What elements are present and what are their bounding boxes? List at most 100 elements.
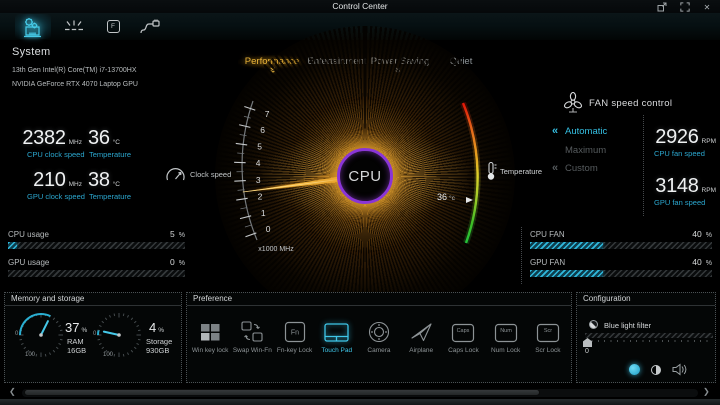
usage-section-divider <box>521 227 522 284</box>
gpu-usage-label: GPU usage <box>8 258 50 267</box>
gpu-fan-bar-label: GPU FAN <box>530 258 566 267</box>
pref-win-key-lock[interactable]: Win key lock <box>189 309 231 379</box>
volume-tab-icon[interactable] <box>672 363 687 376</box>
scr-lock-key-icon: Scr <box>536 309 560 343</box>
chevron-left-double-icon: « <box>552 162 559 174</box>
gpu-fan-bar <box>530 270 712 277</box>
cpu-clock-value: 2382 <box>22 127 66 149</box>
cpu-clock-label: CPU clock speed <box>27 150 85 159</box>
cpu-clock-unit: MHz <box>68 139 82 146</box>
memory-storage-panel: Memory and storage 37% RAM 16GB 0 100 4%… <box>4 292 182 383</box>
cpu-clock-metric: 2382 MHz <box>20 127 82 150</box>
pref-camera[interactable]: Camera <box>358 309 400 379</box>
thermometer-icon <box>487 161 497 180</box>
memory-panel-title: Memory and storage <box>5 293 181 306</box>
nav-function-key-tab[interactable]: F <box>95 14 131 39</box>
fan-speed-control-heading: FAN speed control <box>562 92 672 114</box>
performance-expand-chevron-icon[interactable]: « <box>266 63 280 77</box>
temp-pointer-unit: °c <box>449 195 455 202</box>
gauge-tick-label: 3 <box>256 175 261 185</box>
pref-swap-win-fn[interactable]: Swap Win-Fn <box>231 309 273 379</box>
cpu-usage-label: CPU usage <box>8 230 49 239</box>
nav-keyboard-backlight-tab[interactable] <box>56 14 92 39</box>
clock-gauge-arc <box>241 100 258 241</box>
ram-percent: 37% <box>65 320 88 335</box>
storage-label: Storage <box>146 337 173 346</box>
f-key-icon: F <box>106 20 120 33</box>
control-center-window: Control Center ✕ F Performance Entertain… <box>0 0 720 405</box>
ram-dial-max: 100 <box>25 352 36 358</box>
clock-speed-caption-label: Clock speed <box>190 169 232 179</box>
airplane-icon <box>410 309 433 343</box>
preference-items: Win key lock Swap Win-Fn Fn Fn-key Lock … <box>189 309 569 379</box>
tab-quiet[interactable]: Quiet <box>443 55 479 69</box>
gpu-usage-row: GPU usage 0% <box>8 257 185 267</box>
cpu-temp-unit: °C <box>112 139 120 146</box>
fan-mode-maximum[interactable]: Maximum <box>552 142 606 158</box>
storage-dial-max: 100 <box>103 352 114 358</box>
pref-airplane[interactable]: Airplane <box>400 309 442 379</box>
system-heading: System <box>12 46 51 58</box>
cpu-fan-value: 2926 <box>655 126 699 148</box>
nav-usb-devices-tab[interactable] <box>132 14 168 39</box>
gauge-tick-label: 1 <box>261 208 266 218</box>
cpu-fan-bar-label: CPU FAN <box>530 230 565 239</box>
gpu-clock-metric: 210 MHz <box>20 169 82 192</box>
gauge-tick-label: 6 <box>260 125 265 135</box>
restore-window-button[interactable] <box>656 2 668 12</box>
gauge-tick-label: 7 <box>265 109 270 119</box>
camera-icon <box>368 309 390 343</box>
pref-caps-lock[interactable]: Caps Caps Lock <box>442 309 484 379</box>
temp-pointer-readout: 36 °c <box>437 192 455 202</box>
gpu-temp-unit: °C <box>112 181 120 188</box>
brightness-tab-icon[interactable] <box>651 364 661 375</box>
temperature-caption: Temperature <box>485 161 542 181</box>
nav-system-monitor-tab[interactable] <box>15 14 51 39</box>
scroll-left-arrow[interactable]: ❮ <box>9 387 16 396</box>
fan-mode-automatic[interactable]: « Automatic <box>552 123 607 139</box>
ram-capacity: 16GB <box>67 346 87 355</box>
gpu-model-text: NVIDIA GeForce RTX 4070 Laptop GPU <box>12 81 138 88</box>
fullscreen-button[interactable] <box>679 2 691 12</box>
cpu-fan-speed-metric: 2926 RPM <box>630 126 716 149</box>
cpu-fan-unit: RPM <box>701 138 716 145</box>
gpu-clock-value: 210 <box>33 169 66 191</box>
close-button[interactable]: ✕ <box>701 2 713 12</box>
cpu-usage-value: 5% <box>170 229 185 239</box>
fan-mode-custom[interactable]: « Custom <box>552 160 598 176</box>
preference-panel: Preference Win key lock Swap Win-Fn Fn F… <box>186 292 572 383</box>
fullscreen-icon <box>680 2 690 12</box>
storage-percent: 4% <box>149 320 165 335</box>
gauge-tick-label: 0 <box>266 224 271 234</box>
horizontal-scrollbar-thumb[interactable] <box>24 389 540 396</box>
restore-icon <box>657 2 667 12</box>
scroll-right-arrow[interactable]: ❯ <box>703 387 710 396</box>
num-lock-key-icon: Num <box>494 309 518 343</box>
bottom-edge-strip <box>0 399 720 405</box>
caps-lock-key-icon: Caps <box>451 309 475 343</box>
gpu-fan-value: 3148 <box>655 175 699 197</box>
win-key-lock-icon <box>200 309 221 343</box>
pref-num-lock[interactable]: Num Num Lock <box>485 309 527 379</box>
gpu-fan-unit: RPM <box>701 187 716 194</box>
cpu-fan-bar-value: 40% <box>692 229 712 239</box>
gpu-clock-label: GPU clock speed <box>27 192 85 201</box>
svg-text:Num: Num <box>500 328 512 334</box>
pref-scr-lock[interactable]: Scr Scr Lock <box>527 309 569 379</box>
pref-touch-pad[interactable]: Touch Pad <box>316 309 358 379</box>
tab-entertainment[interactable]: Entertainment <box>306 55 368 69</box>
gauge-axis-caption: x1000 MHz <box>258 246 294 253</box>
power-saving-expand-chevron-icon[interactable]: « <box>391 63 405 77</box>
pref-fn-key-lock[interactable]: Fn Fn-key Lock <box>273 309 315 379</box>
gauge-tick-label: 5 <box>257 142 262 152</box>
temp-pointer-value: 36 <box>437 192 448 202</box>
usb-cable-icon <box>140 19 160 33</box>
blue-light-tab-icon[interactable] <box>629 364 640 375</box>
gpu-fan-row: GPU FAN 40% <box>530 257 712 267</box>
blue-light-slider-value: 0 <box>585 348 589 355</box>
gpu-usage-bar <box>8 270 185 277</box>
blue-light-slider-track[interactable] <box>585 333 713 338</box>
temperature-caption-label: Temperature <box>500 166 543 176</box>
fan-icon <box>563 92 583 113</box>
gpu-temp-metric: 38 °C <box>88 169 120 192</box>
